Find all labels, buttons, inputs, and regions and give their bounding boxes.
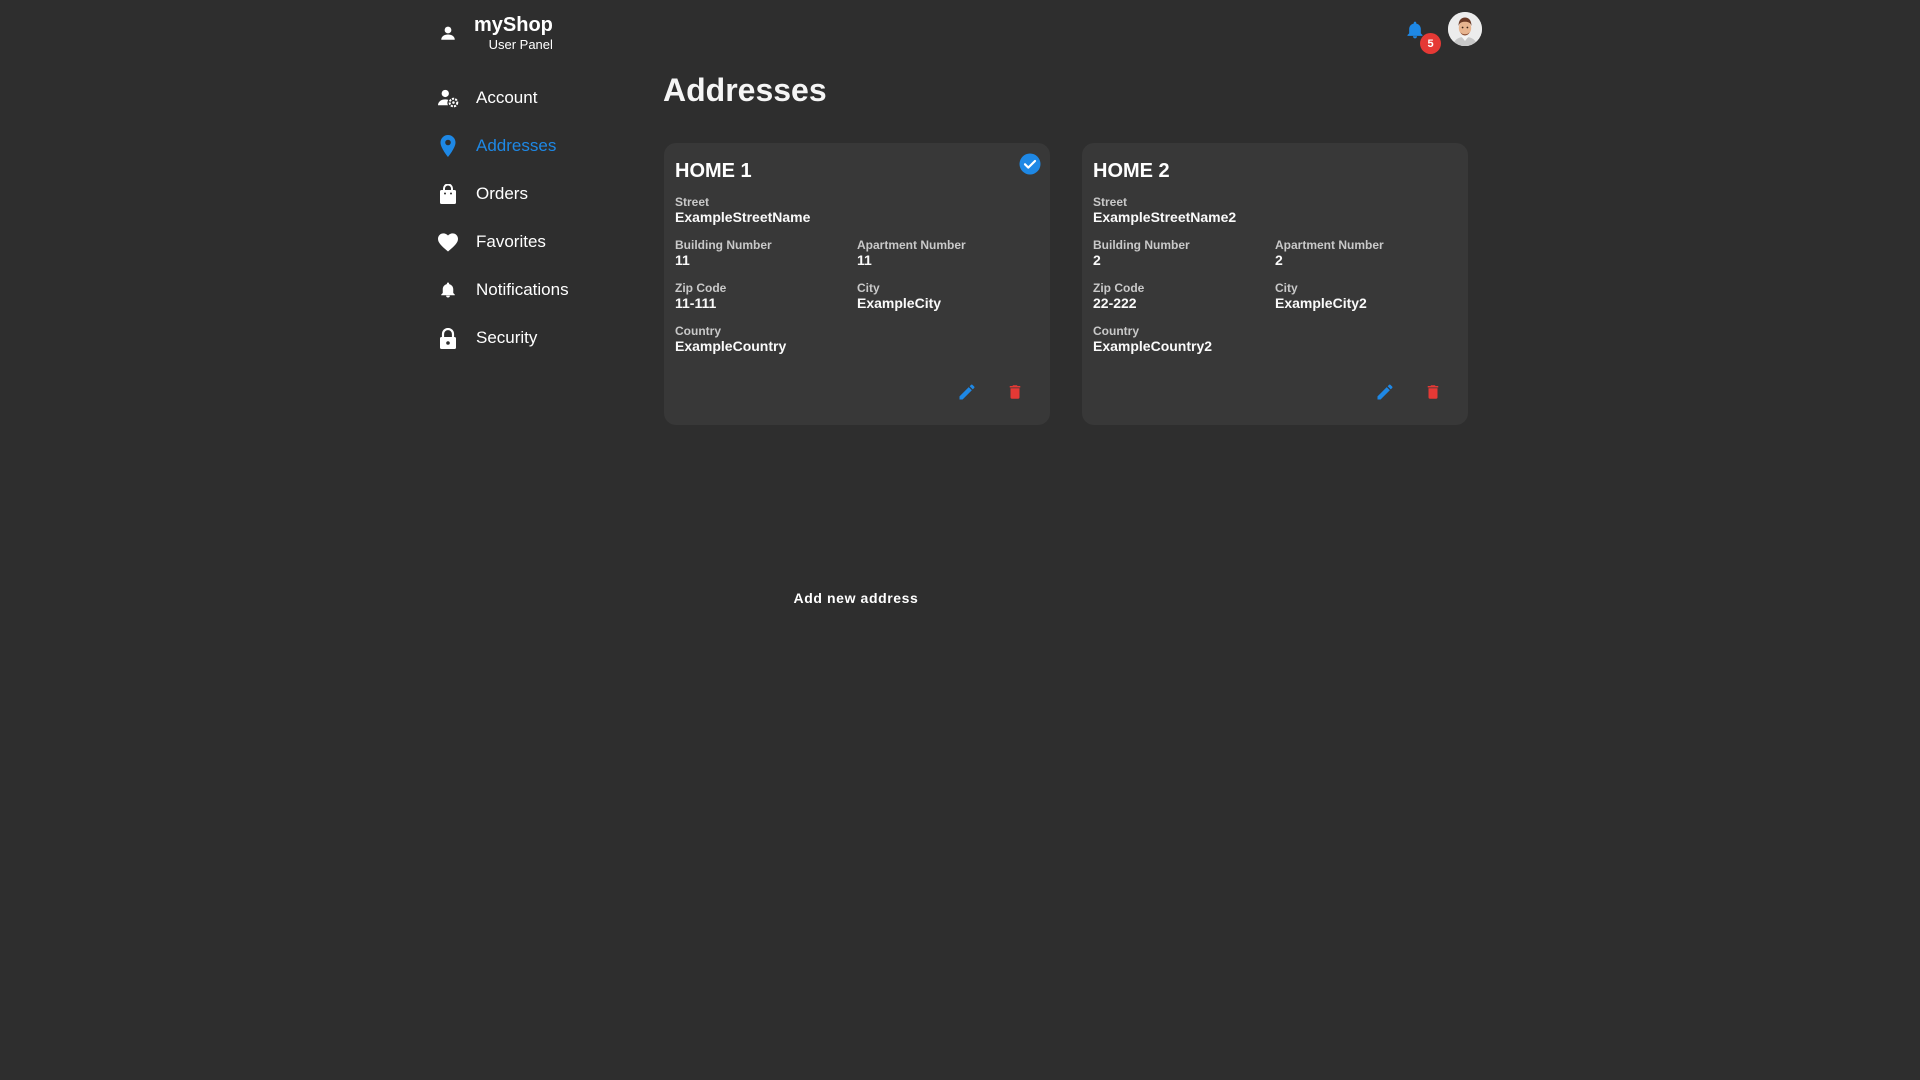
building-field: Building Number 2: [1093, 238, 1275, 269]
sidebar-item-orders[interactable]: Orders: [435, 170, 655, 218]
pencil-icon: [1377, 384, 1393, 400]
notification-badge: 5: [1420, 33, 1441, 54]
edit-button[interactable]: [1372, 379, 1398, 405]
field-value: ExampleCity2: [1275, 295, 1367, 311]
field-label: City: [1275, 281, 1298, 295]
field-label: Country: [1093, 324, 1139, 338]
default-check-icon[interactable]: [1019, 153, 1041, 175]
street-field: Street ExampleStreetName: [675, 195, 1039, 226]
field-label: Street: [1093, 195, 1128, 209]
person-icon: [435, 20, 461, 46]
bell-icon: [435, 277, 461, 303]
country-field: Country ExampleCountry: [675, 324, 1039, 355]
sidebar-item-notifications[interactable]: Notifications: [435, 266, 655, 314]
trash-icon: [1427, 385, 1439, 399]
brand-subtitle: User Panel: [488, 37, 553, 52]
address-card: HOME 2 Street ExampleStreetName2 Buildin…: [1082, 143, 1468, 425]
field-value: ExampleStreetName2: [1093, 209, 1237, 225]
delete-button[interactable]: [1420, 379, 1446, 405]
country-field: Country ExampleCountry2: [1093, 324, 1457, 355]
sidebar-item-label: Addresses: [476, 136, 557, 155]
lock-icon: [435, 325, 461, 351]
add-address-button[interactable]: Add new address: [770, 584, 942, 612]
notifications-button[interactable]: 5: [1400, 12, 1441, 54]
building-field: Building Number 11: [675, 238, 857, 269]
sidebar-item-label: Account: [476, 88, 538, 107]
field-value: ExampleStreetName: [675, 209, 811, 225]
zip-field: Zip Code 11-111: [675, 281, 857, 312]
brand-title: myShop: [474, 14, 553, 36]
sidebar-item-addresses[interactable]: Addresses: [435, 122, 655, 170]
sidebar-item-label: Security: [476, 328, 538, 347]
field-value: 11: [675, 252, 690, 268]
field-value: 2: [1275, 252, 1283, 268]
field-label: Apartment Number: [857, 238, 966, 252]
page: myShop User Panel 5 Account Addresses Or…: [0, 0, 1920, 1080]
sidebar: Account Addresses Orders Favorites Notif…: [435, 74, 655, 362]
address-name: HOME 2: [1093, 160, 1170, 182]
field-label: Building Number: [1093, 238, 1190, 252]
brand: myShop User Panel: [435, 13, 553, 52]
field-label: Zip Code: [1093, 281, 1145, 295]
sidebar-item-favorites[interactable]: Favorites: [435, 218, 655, 266]
apartment-field: Apartment Number 11: [857, 238, 1039, 269]
field-value: 22-222: [1093, 295, 1137, 311]
delete-button[interactable]: [1002, 379, 1028, 405]
sidebar-item-label: Notifications: [476, 280, 569, 299]
topbar-actions: 5: [1400, 12, 1482, 54]
page-title: Addresses: [663, 72, 827, 108]
card-actions: [1372, 379, 1446, 405]
sidebar-item-account[interactable]: Account: [435, 74, 655, 122]
field-label: Country: [675, 324, 721, 338]
field-value: 11-111: [675, 295, 717, 311]
card-actions: [954, 379, 1028, 405]
address-card: HOME 1 Street ExampleStreetName Building…: [664, 143, 1050, 425]
field-value: 11: [857, 252, 872, 268]
field-value: ExampleCountry2: [1093, 338, 1213, 354]
field-label: Zip Code: [675, 281, 727, 295]
field-value: 2: [1093, 252, 1101, 268]
field-label: Building Number: [675, 238, 772, 252]
city-field: City ExampleCity: [857, 281, 1039, 312]
field-label: Street: [675, 195, 710, 209]
edit-button[interactable]: [954, 379, 980, 405]
sidebar-item-label: Orders: [476, 184, 528, 203]
apartment-field: Apartment Number 2: [1275, 238, 1457, 269]
address-name: HOME 1: [675, 160, 752, 182]
field-label: Apartment Number: [1275, 238, 1384, 252]
map-pin-icon: [435, 133, 461, 159]
city-field: City ExampleCity2: [1275, 281, 1457, 312]
pencil-icon: [959, 384, 975, 400]
field-value: ExampleCountry: [675, 338, 787, 354]
street-field: Street ExampleStreetName2: [1093, 195, 1457, 226]
account-settings-icon: [435, 85, 461, 111]
zip-field: Zip Code 22-222: [1093, 281, 1275, 312]
avatar[interactable]: [1448, 12, 1482, 46]
sidebar-item-security[interactable]: Security: [435, 314, 655, 362]
field-label: City: [857, 281, 880, 295]
sidebar-item-label: Favorites: [476, 232, 546, 251]
heart-icon: [435, 229, 461, 255]
field-value: ExampleCity: [857, 295, 942, 311]
trash-icon: [1009, 385, 1021, 399]
shopping-bag-icon: [435, 181, 461, 207]
